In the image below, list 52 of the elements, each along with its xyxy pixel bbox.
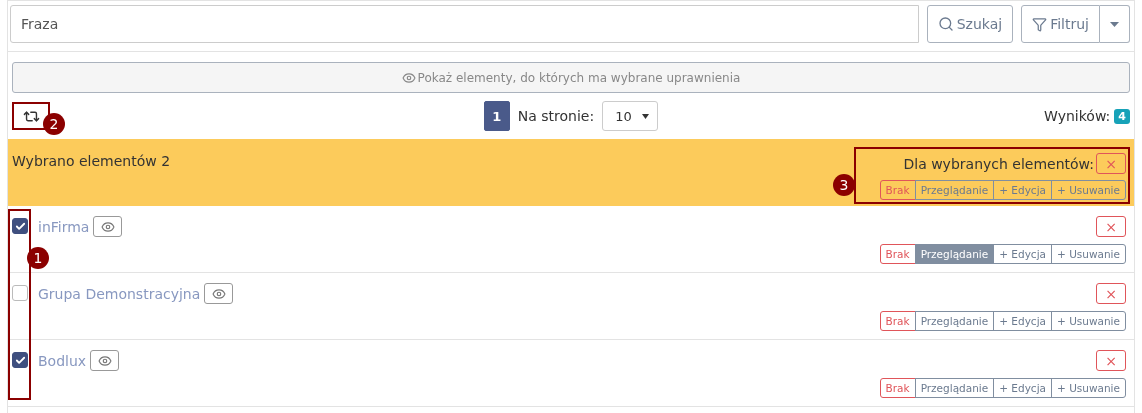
- search-button[interactable]: Szukaj: [926, 5, 1014, 43]
- caret-icon: [1110, 21, 1119, 27]
- show-elements-button[interactable]: Pokaż elementy, do których ma wybrane uprawnienia: [12, 62, 1130, 93]
- remove-button[interactable]: ×: [1096, 283, 1126, 304]
- permission-option[interactable]: + Usuwanie: [1051, 378, 1126, 398]
- annotation-marker: 1: [27, 247, 49, 269]
- per-page-label: Na stronie:: [517, 108, 595, 124]
- remove-button[interactable]: ×: [1096, 350, 1126, 371]
- filter-icon: [1032, 16, 1048, 32]
- results-count: 4: [1114, 108, 1130, 124]
- permission-option[interactable]: Brak: [879, 311, 916, 331]
- checkbox[interactable]: [12, 352, 28, 368]
- permission-option[interactable]: Przeglądanie: [914, 180, 995, 200]
- permission-option[interactable]: Brak: [879, 180, 916, 200]
- permission-option[interactable]: + Edycja: [993, 244, 1052, 264]
- permission-option[interactable]: + Edycja: [993, 180, 1052, 200]
- permission-option[interactable]: Brak: [879, 378, 916, 398]
- selection-text: Wybrano elementów 2: [12, 153, 171, 171]
- element-name[interactable]: Bodlux: [38, 352, 87, 369]
- remove-button[interactable]: ×: [1096, 216, 1126, 237]
- eye-icon: [100, 219, 115, 234]
- per-page-select[interactable]: 10: [602, 101, 659, 131]
- permission-option[interactable]: + Usuwanie: [1051, 180, 1126, 200]
- eye-icon: [401, 70, 416, 85]
- dropdown-button[interactable]: [1100, 5, 1130, 43]
- check-icon: [14, 354, 26, 366]
- permission-option[interactable]: Przeglądanie: [914, 311, 995, 331]
- results-label: Wyników:: [1044, 108, 1111, 124]
- element-name[interactable]: Grupa Demonstracyjna: [38, 285, 201, 302]
- filter-button[interactable]: Filtruj: [1021, 5, 1100, 43]
- eye-icon: [97, 353, 112, 368]
- permission-option[interactable]: Przeglądanie: [914, 244, 995, 264]
- preview-button[interactable]: [90, 350, 120, 371]
- page-button[interactable]: 1: [483, 101, 510, 131]
- remove-button[interactable]: ×: [1096, 153, 1126, 174]
- eye-icon: [211, 286, 226, 301]
- preview-button[interactable]: [204, 283, 234, 304]
- checkbox[interactable]: [12, 285, 28, 301]
- annotation-marker: 2: [43, 113, 65, 135]
- element-name[interactable]: inFirma: [38, 218, 90, 235]
- permission-option[interactable]: + Usuwanie: [1051, 244, 1126, 264]
- permission-option[interactable]: + Edycja: [993, 378, 1052, 398]
- permission-option[interactable]: Przeglądanie: [914, 378, 995, 398]
- bulk-label: Dla wybranych elementów:: [903, 155, 1094, 172]
- checkbox[interactable]: [12, 218, 28, 234]
- permission-option[interactable]: + Usuwanie: [1051, 311, 1126, 331]
- caret-icon: [642, 113, 650, 119]
- permission-option[interactable]: + Edycja: [993, 311, 1052, 331]
- search-icon: [937, 16, 954, 32]
- check-icon: [14, 220, 26, 232]
- search-field[interactable]: Fraza: [10, 5, 919, 43]
- preview-button[interactable]: [93, 216, 123, 237]
